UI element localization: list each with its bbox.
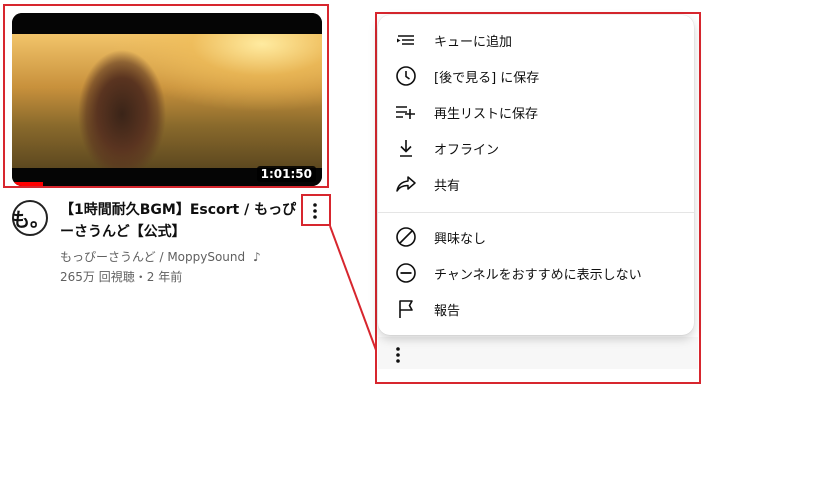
flag-icon	[394, 297, 418, 321]
menu-item-label: 興味なし	[434, 232, 487, 247]
block-channel-icon	[394, 261, 418, 285]
add-to-queue-icon	[394, 28, 418, 52]
menu-anchor-strip	[378, 337, 698, 369]
video-thumbnail[interactable]: 1:01:50	[12, 13, 322, 186]
menu-divider	[378, 212, 694, 213]
menu-item-label: [後で見る] に保存	[434, 71, 540, 86]
video-duration: 1:01:50	[256, 166, 316, 182]
menu-item-share[interactable]: 共有	[378, 166, 694, 202]
menu-item-add-to-queue[interactable]: キューに追加	[378, 22, 694, 58]
menu-item-save-to-playlist[interactable]: 再生リストに保存	[378, 94, 694, 130]
view-count: 265万 回視聴	[60, 270, 135, 284]
download-icon	[394, 136, 418, 160]
menu-item-label: 報告	[434, 304, 461, 319]
more-actions-icon[interactable]	[303, 199, 327, 223]
thumbnail-top-bar	[12, 13, 322, 34]
menu-item-report[interactable]: 報告	[378, 291, 694, 327]
channel-name-text[interactable]: もっぴーさうんど / MoppySound	[60, 250, 245, 264]
more-actions-icon[interactable]	[386, 343, 410, 367]
watch-progress-bar	[12, 182, 43, 186]
menu-item-label: 共有	[434, 179, 461, 194]
video-metadata: 265万 回視聴・2 年前	[60, 268, 182, 285]
upload-age: 2 年前	[146, 270, 183, 284]
menu-item-watch-later[interactable]: [後で見る] に保存	[378, 58, 694, 94]
menu-item-dont-recommend-channel[interactable]: チャンネルをおすすめに表示しない	[378, 255, 694, 291]
clock-icon	[394, 64, 418, 88]
avatar-glyph: も。	[11, 208, 50, 231]
menu-item-offline[interactable]: オフライン	[378, 130, 694, 166]
menu-item-label: キューに追加	[434, 35, 513, 50]
menu-item-label: オフライン	[434, 143, 500, 158]
music-note-icon: ♪	[252, 250, 261, 264]
channel-avatar[interactable]: も。	[11, 200, 50, 236]
thumbnail-subject	[67, 44, 177, 186]
menu-item-label: 再生リストに保存	[434, 107, 539, 122]
channel-name[interactable]: もっぴーさうんど / MoppySound ♪	[60, 248, 261, 265]
share-icon	[394, 172, 418, 196]
thumbnail-image	[12, 34, 322, 186]
menu-item-label: チャンネルをおすすめに表示しない	[434, 268, 642, 283]
playlist-add-icon	[394, 100, 418, 124]
menu-item-not-interested[interactable]: 興味なし	[378, 219, 694, 255]
video-context-menu: キューに追加 [後で見る] に保存 再生リストに保存 オフライン 共有 興味なし	[378, 15, 694, 335]
not-interested-icon	[394, 225, 418, 249]
video-title[interactable]: 【1時間耐久BGM】Escort / もっぴーさうんど【公式】	[60, 199, 300, 243]
meta-separator: ・	[134, 270, 147, 284]
